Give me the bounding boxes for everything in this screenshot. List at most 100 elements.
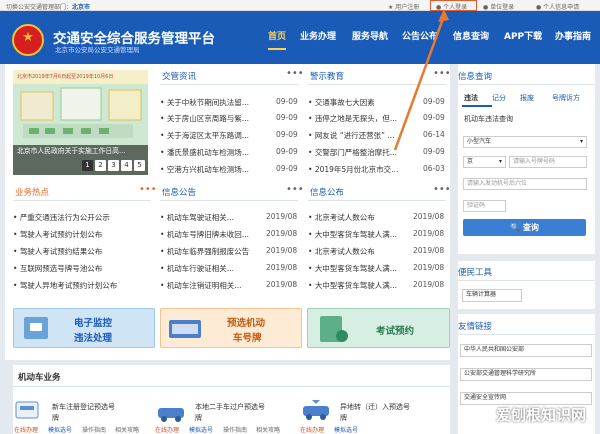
nav-service-guide[interactable]: 服务导航 xyxy=(352,29,388,42)
carousel-page-1[interactable]: 1 xyxy=(82,160,93,171)
watermark: 爱刨根知识网 xyxy=(496,406,587,424)
tab-points[interactable]: 记分 xyxy=(492,93,506,103)
list-item[interactable]: • 2019年5月份北京市交... xyxy=(308,164,418,175)
list-item[interactable]: • 机动车行驶证相关... xyxy=(160,263,263,274)
list-item[interactable]: • 潘氏景盛机动车检测场... xyxy=(160,147,270,158)
friend-link[interactable]: 中华人民共和国公安部 xyxy=(460,344,592,357)
simulate-select-link[interactable]: 模拟选号 xyxy=(189,425,213,434)
simulate-select-link[interactable]: 模拟选号 xyxy=(48,425,72,434)
list-item[interactable]: • 违停之地是无探头，但... xyxy=(308,113,418,124)
carousel-caption[interactable]: 北京市人民政府关于实施工作日高... xyxy=(17,145,125,155)
nav-home[interactable]: 首页 xyxy=(268,29,287,50)
nav-app-download[interactable]: APP下载 xyxy=(504,29,542,42)
tab-scrap[interactable]: 报废 xyxy=(520,93,534,103)
nav-guide[interactable]: 办事指南 xyxy=(555,29,591,42)
simulate-select-link[interactable]: 模拟选号 xyxy=(334,425,358,434)
list-item-date: 09-09 xyxy=(276,147,298,156)
list-item-date: 2019/08 xyxy=(413,280,445,289)
chevron-down-icon: ▾ xyxy=(498,158,502,165)
plate-prefix-select[interactable]: 京 ▾ xyxy=(463,156,506,168)
login-highlight-box xyxy=(430,0,477,11)
list-item[interactable]: • 机动车驾驶证相关... xyxy=(160,212,263,223)
e-monitor-title: 电子监控 xyxy=(74,318,113,329)
exam-booking-banner[interactable]: 考试预约 xyxy=(307,308,450,348)
list-item[interactable]: • 空港方兴机动车检测场... xyxy=(160,164,270,175)
carousel-page-5[interactable]: 5 xyxy=(134,160,145,171)
nav-info-query[interactable]: 信息查询 xyxy=(453,29,489,42)
org-login-link[interactable]: ● 单位登录 xyxy=(483,2,514,11)
plate-subtitle: 车号牌 xyxy=(233,333,262,344)
tab-violation[interactable]: 违法 xyxy=(464,93,478,103)
traffic-news-more-icon[interactable]: ••• xyxy=(286,69,304,79)
hot-more-icon[interactable]: ••• xyxy=(139,185,157,195)
list-item[interactable]: • 严重交通违法行为公开公示 xyxy=(13,212,151,223)
region-switch-label: 切换公安交通管理部门： xyxy=(6,4,73,11)
divider xyxy=(458,334,595,335)
camera-icon xyxy=(24,317,48,339)
list-item[interactable]: • 交通事故七大因素 xyxy=(308,97,418,108)
list-item[interactable]: • 大中型客货车驾驶人满... xyxy=(308,263,411,274)
list-item[interactable]: • 大中型客货车驾驶人满... xyxy=(308,280,411,291)
tools-title: 便民工具 xyxy=(458,268,493,278)
list-item[interactable]: • 关于海淀区太平东路调... xyxy=(160,130,270,141)
list-item-date: 09-09 xyxy=(423,147,445,156)
engine-number-input[interactable]: 请输入发动机号后六位 xyxy=(463,178,587,190)
transfer-in-car-icon xyxy=(303,400,329,420)
list-item[interactable]: • 驾驶人考试预约结果公布 xyxy=(13,246,151,257)
nav-announcement[interactable]: 公告公布 xyxy=(402,29,438,42)
related-tips-link[interactable]: 相关攻略 xyxy=(256,425,280,434)
list-item[interactable]: • 北京考试人数公布 xyxy=(308,246,411,257)
list-item[interactable]: • 大中型客货车驾驶人满... xyxy=(308,229,411,240)
nav-business[interactable]: 业务办理 xyxy=(300,29,336,42)
friend-link[interactable]: 公安部交通管理科学研究所 xyxy=(460,368,592,381)
plate-preselect-banner[interactable]: 预选机动 车号牌 xyxy=(160,308,302,348)
vehicle-type-select[interactable]: 小型汽车 ▾ xyxy=(463,136,587,148)
list-item[interactable]: • 互联网预选号牌号池公布 xyxy=(13,263,151,274)
list-item-date: 09-09 xyxy=(423,113,445,122)
register-link[interactable]: ★ 用户注册 xyxy=(388,2,419,11)
operation-guide-link[interactable]: 操作指南 xyxy=(223,425,247,434)
e-monitor-banner[interactable]: 电子监控 违法处理 xyxy=(13,308,155,348)
list-item[interactable]: • 北京考试人数公布 xyxy=(308,212,411,223)
notice-more-icon[interactable]: ••• xyxy=(286,185,304,195)
query-submit-label: 查询 xyxy=(522,223,539,232)
list-item[interactable]: • 机动车临界强制报废公告 xyxy=(160,246,263,257)
list-item[interactable]: • 交警部门严格整治摩托... xyxy=(308,147,418,158)
list-item[interactable]: • 关于房山区京周路与紫... xyxy=(160,113,270,124)
query-submit-button[interactable]: 🔍 查询 xyxy=(463,219,586,236)
list-item[interactable]: • 关于中秋节期间执法留... xyxy=(160,97,270,108)
list-item[interactable]: • 机动车号牌旧牌未收回... xyxy=(160,229,263,240)
carousel-page-4[interactable]: 4 xyxy=(121,160,132,171)
related-tips-link[interactable]: 相关攻略 xyxy=(115,425,139,434)
personal-apply-link[interactable]: ● 个人信息申请 xyxy=(536,2,579,11)
top-bar: 切换公安交通管理部门：北京市 ★ 用户注册 ● 个人登录 ● 单位登录 ● 个人… xyxy=(0,0,600,11)
list-item-date: 2019/08 xyxy=(413,246,445,255)
list-item-date: 06-03 xyxy=(423,164,445,173)
divider xyxy=(458,84,595,85)
online-apply-link[interactable]: 在线办理 xyxy=(155,425,179,434)
register-label: 用户注册 xyxy=(395,4,420,11)
operation-guide-link[interactable]: 操作指南 xyxy=(82,425,106,434)
online-apply-link[interactable]: 在线办理 xyxy=(300,425,324,434)
car-calculator-link[interactable]: 车辆计算器 xyxy=(462,289,522,302)
traffic-news-title: 交管资讯 xyxy=(162,72,197,82)
region-switch[interactable]: 切换公安交通管理部门：北京市 xyxy=(6,2,90,11)
personal-apply-label: 个人信息申请 xyxy=(543,4,580,11)
divider xyxy=(458,280,595,281)
list-item-date: 2019/08 xyxy=(266,229,298,238)
list-item[interactable]: • 驾驶人异地考试预约计划公布 xyxy=(13,280,151,291)
region-name[interactable]: 北京市 xyxy=(72,4,90,11)
online-apply-link[interactable]: 在线办理 xyxy=(14,425,38,434)
publicity-more-icon[interactable]: ••• xyxy=(433,185,451,195)
list-item[interactable]: • 网友说 “进行还营张” ... xyxy=(308,130,418,141)
carousel-page-2[interactable]: 2 xyxy=(95,160,106,171)
plate-number-input[interactable]: 请输入号牌号码 xyxy=(509,156,587,168)
license-plate-icon xyxy=(169,320,201,338)
list-item[interactable]: • 驾驶人考试预约计划公布 xyxy=(13,229,151,240)
warning-more-icon[interactable]: ••• xyxy=(433,69,451,79)
captcha-input[interactable]: 验证码 xyxy=(463,200,506,212)
list-item-date: 2019/08 xyxy=(266,212,298,221)
tab-plate-appeal[interactable]: 号牌诉方 xyxy=(552,93,580,103)
list-item[interactable]: • 机动车注销证明相关... xyxy=(160,280,263,291)
carousel-page-3[interactable]: 3 xyxy=(108,160,119,171)
